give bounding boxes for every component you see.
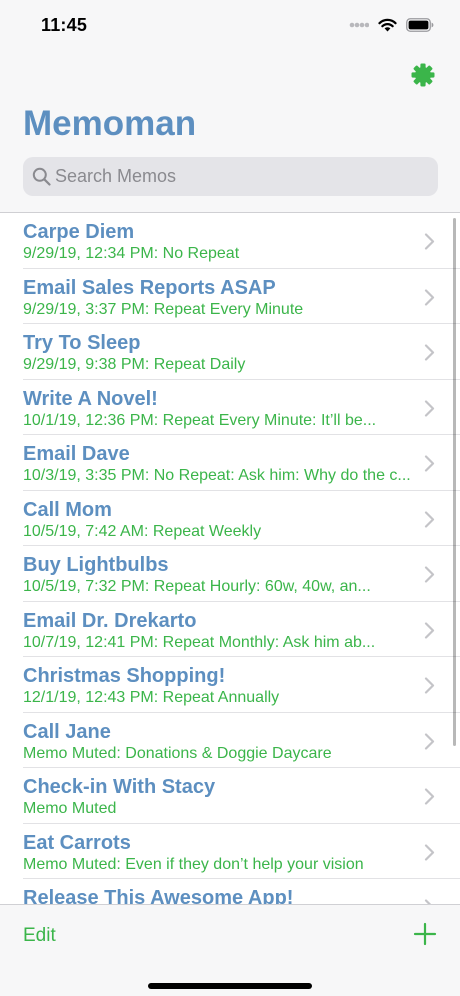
memo-title: Eat Carrots <box>23 831 131 854</box>
status-indicators <box>349 16 434 34</box>
scroll-indicator[interactable] <box>453 218 456 746</box>
search-input[interactable] <box>55 157 425 196</box>
list-item[interactable]: Email Sales Reports ASAP 9/29/19, 3:37 P… <box>0 269 460 325</box>
home-indicator[interactable] <box>148 983 312 989</box>
memo-title: Email Dr. Drekarto <box>23 609 197 632</box>
memo-subtitle: 10/1/19, 12:36 PM: Repeat Every Minute: … <box>23 411 377 429</box>
memo-subtitle: 10/3/19, 3:35 PM: No Repeat: Ask him: Wh… <box>23 467 411 484</box>
list-item[interactable]: Email Dave 10/3/19, 3:35 PM: No Repeat: … <box>0 435 460 491</box>
battery-icon <box>406 18 434 32</box>
list-item[interactable]: Carpe Diem 9/29/19, 12:34 PM: No Repeat <box>0 213 460 269</box>
signal-icon <box>349 22 369 28</box>
chevron-right-icon <box>424 788 435 805</box>
memo-subtitle: Memo Muted <box>23 800 117 817</box>
memo-title: Release This Awesome App! <box>23 887 294 904</box>
list-item[interactable]: Email Dr. Drekarto 10/7/19, 12:41 PM: Re… <box>0 602 460 658</box>
chevron-right-icon <box>424 510 435 528</box>
list-item[interactable]: Release This Awesome App! <box>0 879 460 904</box>
memo-title: Christmas Shopping! <box>23 665 226 687</box>
page-title: Memoman <box>23 104 197 143</box>
memo-title: Email Sales Reports ASAP <box>23 276 276 299</box>
chevron-right-icon <box>424 344 435 361</box>
chevron-right-icon <box>424 621 435 639</box>
chevron-right-icon <box>424 399 435 417</box>
list-item[interactable]: Buy Lightbulbs 10/5/19, 7:32 PM: Repeat … <box>0 546 460 602</box>
chevron-right-icon <box>424 732 435 750</box>
chevron-right-icon <box>424 455 435 472</box>
gear-icon[interactable] <box>411 63 435 87</box>
plus-icon <box>413 922 437 946</box>
memo-subtitle: 10/7/19, 12:41 PM: Repeat Monthly: Ask h… <box>23 633 376 651</box>
memo-subtitle: 9/29/19, 3:37 PM: Repeat Every Minute <box>23 300 304 318</box>
search-icon <box>32 167 51 186</box>
list-item[interactable]: Try To Sleep 9/29/19, 9:38 PM: Repeat Da… <box>0 324 460 380</box>
list-item[interactable]: Call Mom 10/5/19, 7:42 AM: Repeat Weekly <box>0 491 460 547</box>
bottom-toolbar: Edit <box>0 904 460 996</box>
wifi-icon <box>378 18 397 32</box>
list-item[interactable]: Christmas Shopping! 12/1/19, 12:43 PM: R… <box>0 657 460 713</box>
chevron-right-icon <box>424 288 435 306</box>
memo-title: Try To Sleep <box>23 332 141 354</box>
memo-subtitle: Memo Muted: Even if they don’t help your… <box>23 855 364 873</box>
memo-subtitle: 9/29/19, 9:38 PM: Repeat Daily <box>23 356 246 373</box>
list-item[interactable]: Eat Carrots Memo Muted: Even if they don… <box>0 824 460 880</box>
status-bar: 11:45 <box>0 0 460 50</box>
chevron-right-icon <box>424 843 435 861</box>
memo-subtitle: Memo Muted: Donations & Doggie Daycare <box>23 744 332 762</box>
memo-title: Write A Novel! <box>23 387 158 410</box>
search-bar[interactable] <box>23 157 438 196</box>
edit-button[interactable]: Edit <box>23 925 56 947</box>
memo-subtitle: 12/1/19, 12:43 PM: Repeat Annually <box>23 689 280 706</box>
chevron-right-icon <box>424 233 435 250</box>
memo-title: Carpe Diem <box>23 221 135 243</box>
memo-list[interactable]: Carpe Diem 9/29/19, 12:34 PM: No Repeat … <box>0 213 460 904</box>
memo-title: Buy Lightbulbs <box>23 554 169 576</box>
memo-title: Check-in With Stacy <box>23 776 216 798</box>
list-item[interactable]: Call Jane Memo Muted: Donations & Doggie… <box>0 713 460 769</box>
memo-subtitle: 10/5/19, 7:42 AM: Repeat Weekly <box>23 522 262 540</box>
list-item[interactable]: Write A Novel! 10/1/19, 12:36 PM: Repeat… <box>0 380 460 436</box>
memo-subtitle: 10/5/19, 7:32 PM: Repeat Hourly: 60w, 40… <box>23 578 371 595</box>
memo-subtitle: 9/29/19, 12:34 PM: No Repeat <box>23 245 240 262</box>
memo-title: Call Jane <box>23 720 111 743</box>
memo-title: Call Mom <box>23 498 112 521</box>
status-time: 11:45 <box>41 15 88 35</box>
add-memo-button[interactable] <box>412 921 438 947</box>
memo-title: Email Dave <box>23 443 130 465</box>
chevron-right-icon <box>424 566 435 583</box>
chevron-right-icon <box>424 677 435 694</box>
list-item[interactable]: Check-in With Stacy Memo Muted <box>0 768 460 824</box>
